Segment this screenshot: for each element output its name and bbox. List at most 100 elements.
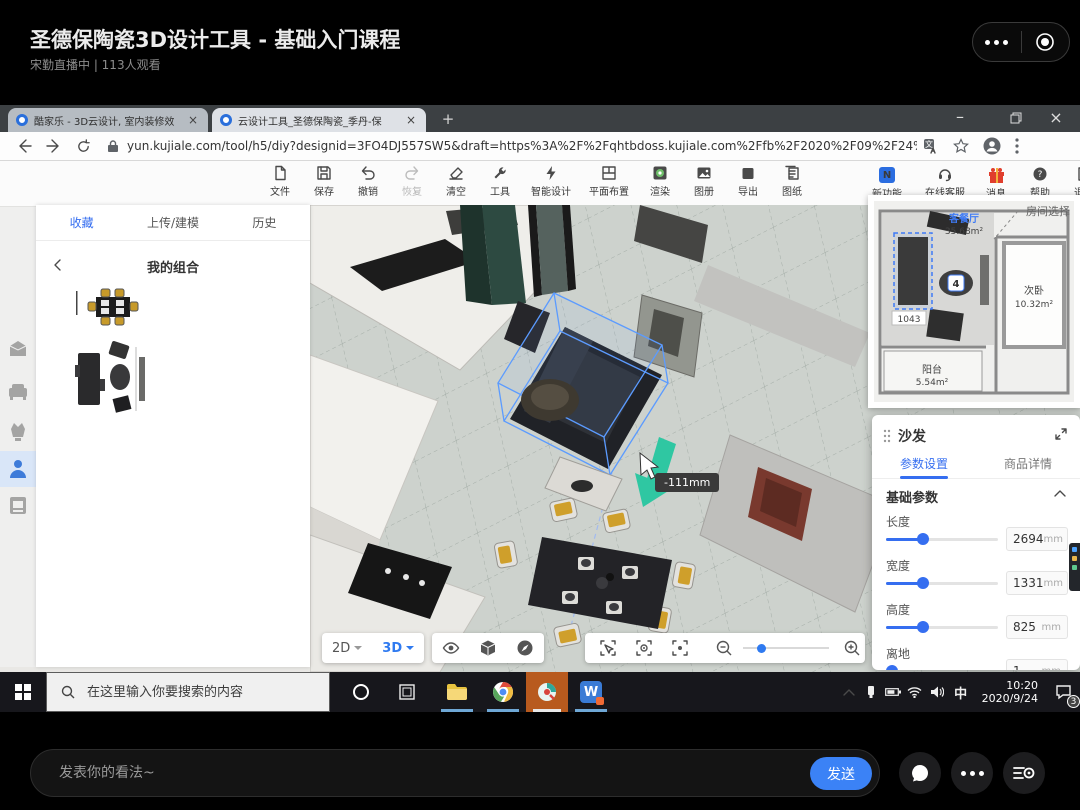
minimize-icon[interactable]: – [948, 105, 972, 132]
translate-icon[interactable]: 文 [923, 138, 939, 154]
toolbar-tools[interactable]: 工具 [478, 165, 522, 198]
offground-value-input[interactable]: 1mm [1006, 659, 1068, 670]
furniture-category-icon[interactable] [6, 379, 30, 403]
reload-icon[interactable] [76, 139, 91, 154]
search-icon [61, 685, 75, 699]
room-select-button[interactable]: 房间选择 [1026, 203, 1070, 219]
appliance-category-icon[interactable] [6, 493, 30, 517]
forward-icon[interactable] [46, 138, 62, 154]
usb-device-icon[interactable] [860, 672, 882, 712]
tab-product-details[interactable]: 商品详情 [976, 451, 1080, 478]
comment-input[interactable] [57, 750, 637, 796]
length-value-input[interactable]: 2694mm [1006, 527, 1068, 551]
toolbar-file[interactable]: 文件 [258, 165, 302, 198]
length-slider[interactable] [886, 533, 998, 545]
more-button[interactable] [973, 23, 1021, 61]
browser-tab-2-active[interactable]: 云设计工具_圣德保陶瓷_季丹-保 × [212, 108, 426, 132]
toolbar-export[interactable]: 导出 [726, 165, 770, 198]
toolbar-clear[interactable]: 清空 [434, 165, 478, 198]
chrome-button[interactable] [480, 672, 526, 712]
recorder-app-button[interactable] [526, 672, 568, 712]
ime-indicator[interactable]: 中 [948, 672, 974, 712]
volume-icon[interactable] [926, 672, 948, 712]
tab-upload-model[interactable]: 上传/建模 [127, 214, 218, 231]
tab-history[interactable]: 历史 [219, 214, 310, 231]
url-text[interactable]: yun.kujiale.com/tool/h5/diy?designid=3FO… [127, 139, 917, 153]
tab-favorites[interactable]: 收藏 [36, 214, 127, 231]
browser-menu-icon[interactable] [1015, 138, 1019, 154]
tab-close-icon[interactable]: × [404, 113, 418, 127]
close-window-icon[interactable]: × [1044, 105, 1068, 132]
room-living-name[interactable]: 客餐厅 [948, 212, 979, 225]
toolbar-smart-design[interactable]: 智能设计 [522, 165, 580, 198]
start-button[interactable] [0, 672, 46, 712]
tab-close-icon[interactable]: × [186, 113, 200, 127]
room-bedroom-name[interactable]: 次卧 [1024, 284, 1044, 297]
file-explorer-button[interactable] [434, 672, 480, 712]
view-3d-button[interactable]: 3D [372, 641, 424, 656]
room-balcony-name[interactable]: 阳台 [922, 363, 942, 376]
restore-icon[interactable] [1010, 112, 1022, 124]
wps-app-button[interactable]: W [568, 672, 614, 712]
toolbar-drawing[interactable]: 图纸 [770, 165, 814, 198]
toolbar-save[interactable]: 保存 [302, 165, 346, 198]
toolbar-render[interactable]: 渲染 [638, 165, 682, 198]
redo-icon [404, 165, 420, 181]
zoom-slider[interactable] [743, 642, 829, 654]
chat-bubble-button[interactable] [899, 752, 941, 794]
search-input[interactable] [85, 684, 315, 701]
view-2d-button[interactable]: 2D [322, 641, 372, 656]
width-value-input[interactable]: 1331mm [1006, 571, 1068, 595]
zoom-slider-thumb[interactable] [757, 644, 766, 653]
profile-avatar-icon[interactable] [983, 137, 1001, 155]
more-options-button[interactable] [951, 752, 993, 794]
wifi-icon[interactable] [904, 672, 926, 712]
drag-handle-icon[interactable] [882, 429, 892, 443]
comment-bar: 发送 [0, 712, 1080, 810]
zoom-out-icon[interactable] [715, 639, 733, 657]
new-tab-icon[interactable]: + [438, 109, 458, 129]
combo-thumbnail-livingroom[interactable] [70, 335, 152, 419]
new-feature-icon: N [879, 167, 895, 183]
floorplan-minimap[interactable]: 4 1043 客餐厅 35.68m² 次卧 10.32m² 阳台 5.54m² … [868, 195, 1080, 408]
toolbar-album[interactable]: 图册 [682, 165, 726, 198]
room-category-icon[interactable] [6, 337, 30, 361]
back-icon[interactable] [16, 138, 32, 154]
offground-slider[interactable] [886, 665, 998, 670]
danmaku-settings-button[interactable] [1003, 752, 1045, 794]
battery-icon[interactable] [882, 672, 904, 712]
task-view-button[interactable] [384, 672, 430, 712]
cube-view-icon[interactable] [479, 639, 497, 657]
taskbar-search[interactable] [46, 672, 330, 712]
bookmark-star-icon[interactable] [953, 138, 969, 154]
compass-icon[interactable] [516, 639, 534, 657]
cortana-button[interactable] [338, 672, 384, 712]
width-slider[interactable] [886, 577, 998, 589]
tab-parameter-settings[interactable]: 参数设置 [872, 451, 976, 478]
tray-chevron-icon[interactable] [838, 672, 860, 712]
marquee-settings-icon[interactable] [635, 639, 653, 657]
param-label: 长度 [886, 513, 910, 530]
send-button[interactable]: 发送 [810, 757, 872, 790]
marquee-select-icon[interactable] [599, 639, 617, 657]
edge-toolbar-handle[interactable] [1069, 543, 1080, 591]
record-icon[interactable] [1022, 23, 1070, 61]
zoom-in-icon[interactable] [843, 639, 861, 657]
toolbar-redo[interactable]: 恢复 [390, 165, 434, 198]
chevron-up-icon[interactable] [1054, 489, 1066, 497]
height-slider[interactable] [886, 621, 998, 633]
browser-tabstrip: 酷家乐 - 3D云设计, 室内装修效 × 云设计工具_圣德保陶瓷_季丹-保 × … [0, 105, 1080, 132]
combo-thumbnail-dining[interactable] [74, 285, 148, 329]
avatar-category-selected[interactable] [0, 451, 36, 487]
visibility-eye-icon[interactable] [442, 639, 460, 657]
expand-icon[interactable] [1054, 427, 1068, 441]
toolbar-undo[interactable]: 撤销 [346, 165, 390, 198]
notification-button[interactable]: 3 [1046, 672, 1080, 712]
height-value-input[interactable]: 825mm [1006, 615, 1068, 639]
focus-center-icon[interactable] [671, 639, 689, 657]
browser-tab-1[interactable]: 酷家乐 - 3D云设计, 室内装修效 × [8, 108, 208, 132]
taskbar-clock[interactable]: 10:20 2020/9/24 [974, 679, 1046, 705]
toolbar-floorplan[interactable]: 平面布置 [580, 165, 638, 198]
decor-category-icon[interactable] [6, 419, 30, 443]
room-bedroom-area: 10.32m² [1015, 300, 1054, 310]
